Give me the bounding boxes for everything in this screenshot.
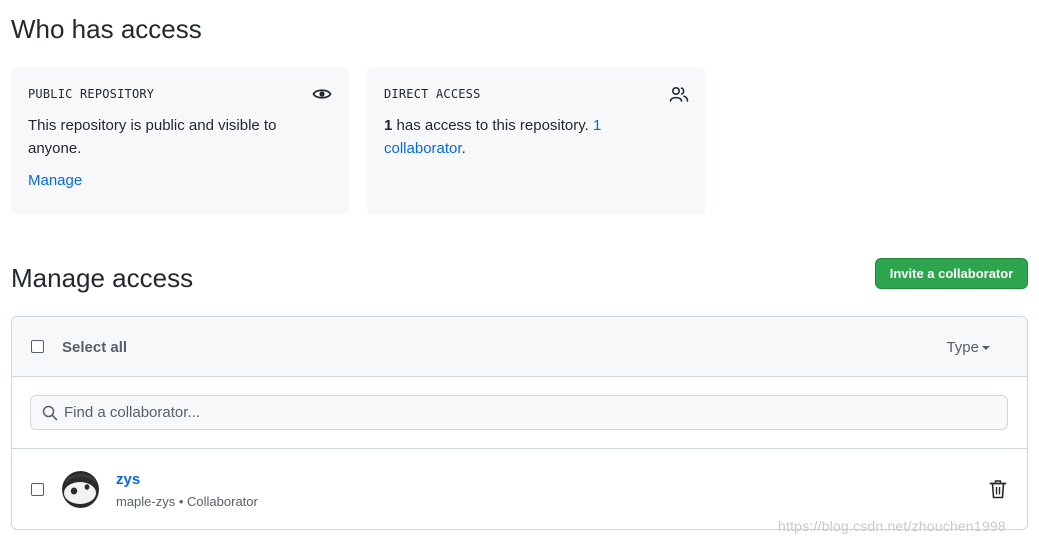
invite-collaborator-button[interactable]: Invite a collaborator: [875, 258, 1028, 289]
eye-icon: [312, 89, 332, 99]
trash-icon[interactable]: [989, 480, 1007, 499]
search-icon: [42, 405, 58, 421]
public-repository-description: This repository is public and visible to…: [28, 117, 277, 157]
manage-visibility-link[interactable]: Manage: [28, 172, 82, 189]
collaborators-panel-header: Select all Type: [12, 317, 1027, 377]
avatar[interactable]: [62, 471, 99, 508]
search-box[interactable]: [30, 395, 1008, 430]
watermark-text: https://blog.csdn.net/zhouchen1998: [778, 518, 1006, 534]
manage-access-heading: Manage access: [11, 263, 194, 293]
collaborator-role: Collaborator: [187, 494, 258, 509]
people-icon: [669, 86, 689, 102]
direct-access-text: has access to this repository.: [392, 117, 593, 134]
collaborator-row: zys maple-zys • Collaborator: [12, 449, 1027, 529]
type-filter-dropdown[interactable]: Type: [946, 339, 990, 356]
direct-access-suffix: .: [461, 140, 466, 157]
direct-access-card: DIRECT ACCESS 1 has access to this repos…: [367, 67, 706, 214]
select-all-checkbox[interactable]: [31, 340, 44, 353]
collaborator-login: maple-zys: [116, 494, 176, 509]
collaborator-checkbox[interactable]: [31, 483, 44, 496]
who-has-access-heading: Who has access: [11, 14, 202, 44]
public-repository-card: PUBLIC REPOSITORY This repository is pub…: [11, 67, 349, 214]
collaborator-name-link[interactable]: zys: [116, 471, 140, 488]
type-filter-label: Type: [946, 339, 979, 356]
collaborators-panel: Select all Type zys maple-zys • Collabor…: [11, 316, 1028, 530]
caret-down-icon: [982, 346, 990, 351]
collaborator-meta: maple-zys • Collaborator: [116, 494, 258, 509]
direct-access-description: 1 has access to this repository. 1 colla…: [384, 114, 674, 160]
public-repository-label: PUBLIC REPOSITORY: [28, 87, 155, 101]
direct-access-label: DIRECT ACCESS: [384, 87, 481, 101]
search-row: [12, 377, 1027, 449]
select-all-label[interactable]: Select all: [62, 339, 127, 356]
find-collaborator-input[interactable]: [64, 396, 994, 429]
meta-separator: •: [175, 494, 188, 509]
